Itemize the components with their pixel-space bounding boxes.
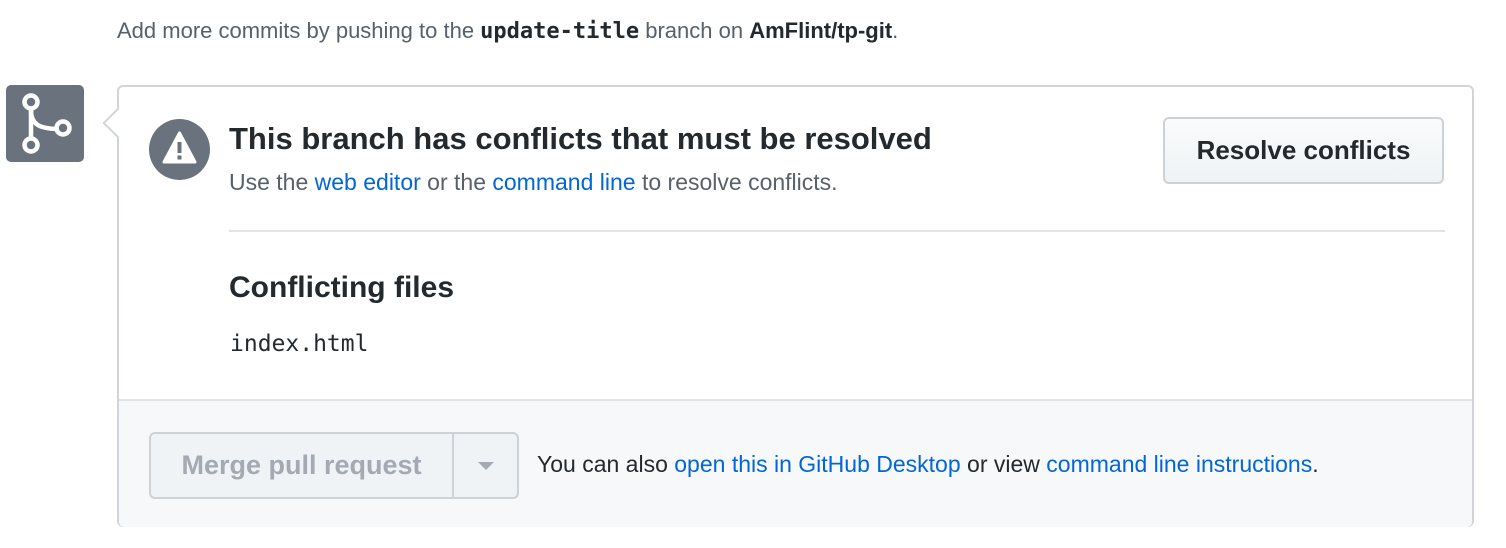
alert-triangle-icon [149, 119, 210, 180]
subtitle-middle: or the [420, 169, 493, 195]
resolve-conflicts-button[interactable]: Resolve conflicts [1163, 117, 1444, 184]
repo-name: AmFlint/tp-git [749, 18, 893, 43]
footer-text: You can also open this in GitHub Desktop… [537, 451, 1319, 478]
footer-text-middle: or view [960, 451, 1047, 477]
intro-prefix: Add more commits by pushing to the [117, 18, 481, 43]
branch-info-text: Add more commits by pushing to the updat… [117, 18, 898, 44]
command-line-instructions-link[interactable]: command line instructions [1046, 451, 1312, 477]
intro-middle: branch on [639, 18, 750, 43]
subtitle-prefix: Use the [229, 169, 315, 195]
branch-name: update-title [480, 19, 640, 44]
merge-footer: Merge pull request You can also open thi… [119, 399, 1472, 527]
intro-suffix: . [892, 18, 899, 43]
conflict-subtitle: Use the web editor or the command line t… [229, 169, 838, 196]
section-divider [229, 230, 1445, 232]
merge-button-group: Merge pull request [149, 432, 519, 499]
github-desktop-link[interactable]: open this in GitHub Desktop [674, 451, 960, 477]
panel-pointer-arrow [102, 107, 134, 139]
web-editor-link[interactable]: web editor [315, 169, 421, 195]
merge-conflict-panel: This branch has conflicts that must be r… [102, 85, 1474, 527]
footer-text-suffix: . [1312, 451, 1319, 477]
merge-options-dropdown-button[interactable] [453, 432, 519, 499]
footer-text-prefix: You can also [537, 451, 675, 477]
conflicting-file-item: index.html [230, 331, 369, 357]
triangle-down-icon [477, 461, 494, 470]
subtitle-suffix: to resolve conflicts. [635, 169, 838, 195]
merge-pull-request-button[interactable]: Merge pull request [149, 432, 453, 499]
conflicting-files-heading: Conflicting files [229, 271, 454, 304]
command-line-link[interactable]: command line [492, 169, 635, 195]
git-merge-icon [6, 85, 84, 162]
conflict-title: This branch has conflicts that must be r… [229, 121, 932, 156]
